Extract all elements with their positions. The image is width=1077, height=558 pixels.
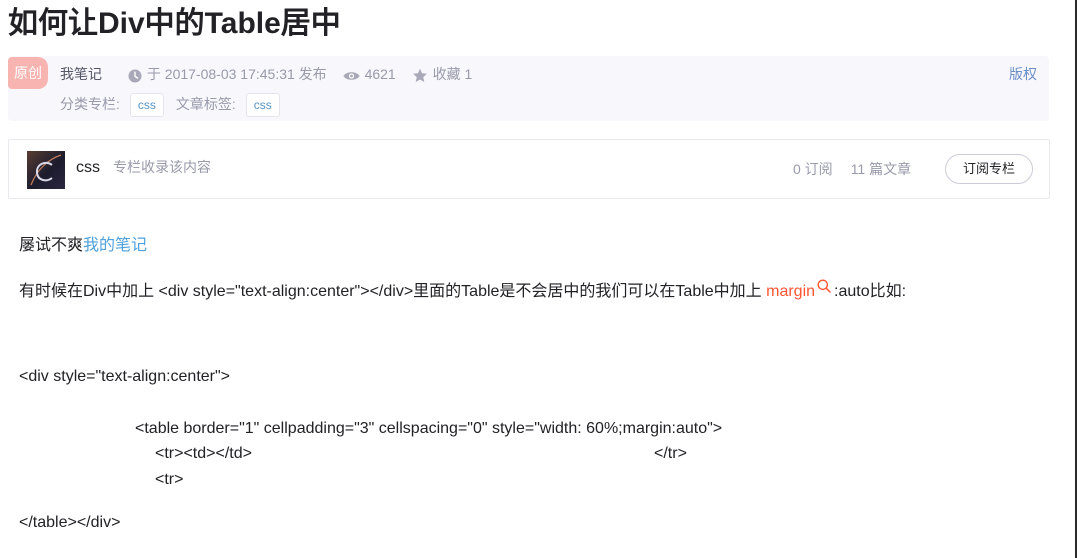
code-line-3b: </tr> <box>654 445 687 462</box>
column-description: 专栏收录该内容 <box>113 159 211 175</box>
original-badge: 原创 <box>8 57 48 89</box>
category-row: 分类专栏: css 文章标签: css <box>60 92 292 118</box>
category-label: 分类专栏: <box>60 96 120 112</box>
code-line-5: </table></div> <box>19 514 121 531</box>
publish-time-text: 于 2017-08-03 17:45:31 发布 <box>146 66 327 83</box>
star-icon <box>412 68 427 83</box>
article-meta-box: 原创 我笔记 于 2017-08-03 17:45:31 发布 4621 收藏 … <box>8 56 1049 121</box>
subscribe-column-button[interactable]: 订阅专栏 <box>945 154 1033 184</box>
search-icon[interactable] <box>817 279 831 293</box>
note-link[interactable]: 我的笔记 <box>83 237 147 254</box>
article-tag-label: 文章标签: <box>175 96 236 112</box>
code-line-3a: <tr><td></td> <box>155 445 252 462</box>
code-line-4: <tr> <box>155 471 184 488</box>
clock-icon <box>128 69 142 83</box>
favorite-count[interactable]: 收藏 1 <box>412 64 473 84</box>
explanation-tail: :auto比如: <box>834 283 907 300</box>
copyright-link[interactable]: 版权 <box>1009 65 1037 83</box>
column-logo-icon <box>30 154 62 186</box>
article-count: 11 篇文章 <box>850 161 912 177</box>
favorite-count-text: 收藏 1 <box>432 66 473 83</box>
view-count: 4621 <box>343 64 396 84</box>
keyword-link[interactable]: margin <box>766 283 815 300</box>
view-count-text: 4621 <box>364 66 396 83</box>
article-tag[interactable]: css <box>245 93 280 118</box>
explanation-text: 有时候在Div中加上 <div style="text-align:center… <box>19 283 767 300</box>
publish-time: 于 2017-08-03 17:45:31 发布 <box>128 64 327 84</box>
intro-line: 屡试不爽我的笔记 <box>19 235 147 257</box>
article-title: 如何让Div中的Table居中 <box>8 7 341 40</box>
column-name[interactable]: css <box>76 158 100 178</box>
column-box: css 专栏收录该内容 0 订阅 11 篇文章 订阅专栏 <box>8 139 1050 199</box>
code-line-2: <table border="1" cellpadding="3" cellsp… <box>135 420 723 437</box>
meta-row: 我笔记 于 2017-08-03 17:45:31 发布 4621 收藏 1 <box>60 63 484 83</box>
intro-text: 屡试不爽 <box>19 237 84 254</box>
explanation-line: 有时候在Div中加上 <div style="text-align:center… <box>19 279 906 303</box>
eye-icon <box>343 71 360 80</box>
category-tag[interactable]: css <box>129 93 164 118</box>
subscriber-count: 0 订阅 <box>793 161 833 177</box>
code-line-1: <div style="text-align:center"> <box>19 368 231 385</box>
column-stats: 0 订阅 11 篇文章 <box>793 160 929 178</box>
column-thumbnail[interactable] <box>27 151 65 189</box>
author-name[interactable]: 我笔记 <box>60 64 102 84</box>
